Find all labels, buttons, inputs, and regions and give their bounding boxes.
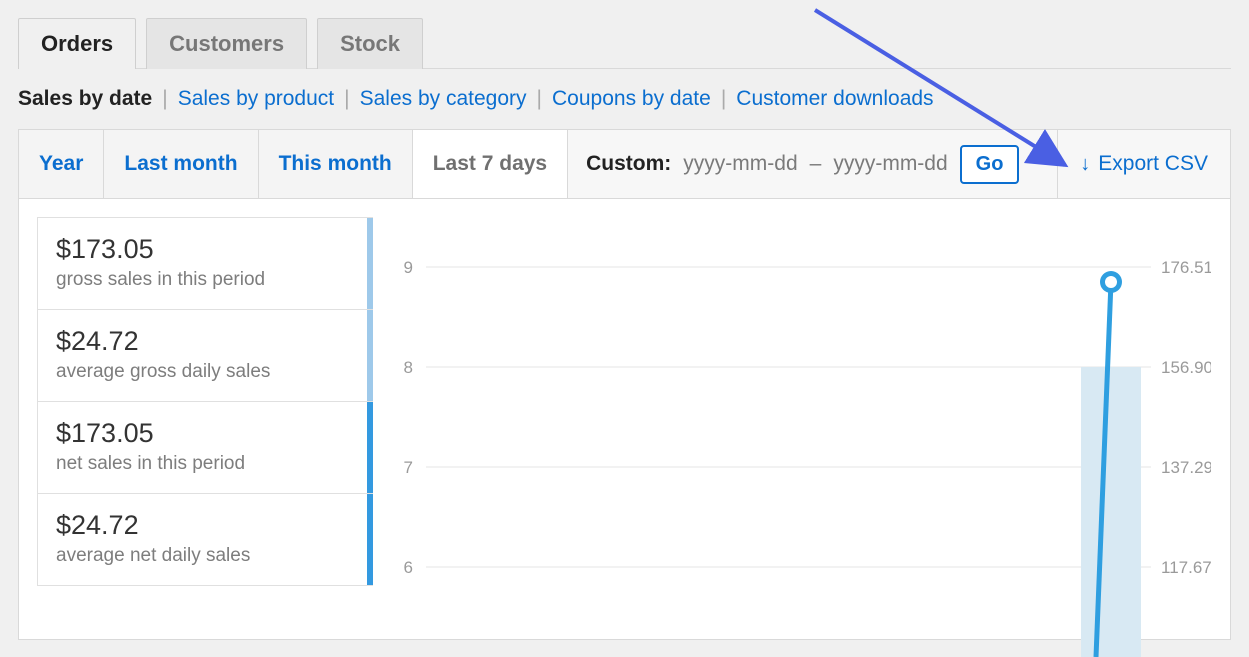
divider: | <box>721 87 726 111</box>
tab-customers[interactable]: Customers <box>146 18 307 69</box>
tab-orders[interactable]: Orders <box>18 18 136 69</box>
stat-net-sales[interactable]: $173.05 net sales in this period <box>37 401 373 494</box>
stat-label: average gross daily sales <box>56 361 354 383</box>
sales-chart: 9 176.51 8 156.90 7 137.29 6 117.67 <box>391 217 1212 639</box>
subnav-customer-downloads[interactable]: Customer downloads <box>736 87 933 111</box>
download-icon: ↓ <box>1080 153 1090 176</box>
export-csv-label: Export CSV <box>1098 152 1208 176</box>
stat-cards: $173.05 gross sales in this period $24.7… <box>37 217 373 639</box>
svg-text:176.51: 176.51 <box>1161 258 1211 277</box>
svg-text:137.29: 137.29 <box>1161 458 1211 477</box>
stat-label: gross sales in this period <box>56 269 354 291</box>
subnav-sales-by-category[interactable]: Sales by category <box>360 87 527 111</box>
range-this-month[interactable]: This month <box>259 130 413 198</box>
divider: | <box>162 87 167 111</box>
subnav-coupons-by-date[interactable]: Coupons by date <box>552 87 711 111</box>
stat-avg-net-daily[interactable]: $24.72 average net daily sales <box>37 493 373 586</box>
range-custom: Custom: yyyy-mm-dd – yyyy-mm-dd Go <box>568 130 1058 198</box>
svg-text:9: 9 <box>404 258 413 277</box>
range-last-month[interactable]: Last month <box>104 130 258 198</box>
sales-chart-svg: 9 176.51 8 156.90 7 137.29 6 117.67 <box>391 217 1211 657</box>
stat-stripe <box>367 218 373 309</box>
stat-stripe <box>367 494 373 585</box>
tab-stock[interactable]: Stock <box>317 18 423 69</box>
stat-value: $173.05 <box>56 418 354 449</box>
export-csv-link[interactable]: ↓ Export CSV <box>1058 130 1230 198</box>
custom-to-input[interactable]: yyyy-mm-dd <box>833 152 947 176</box>
stat-value: $24.72 <box>56 510 354 541</box>
stat-label: net sales in this period <box>56 453 354 475</box>
svg-text:8: 8 <box>404 358 413 377</box>
custom-go-button[interactable]: Go <box>960 145 1020 184</box>
svg-text:7: 7 <box>404 458 413 477</box>
svg-text:156.90: 156.90 <box>1161 358 1211 377</box>
stat-label: average net daily sales <box>56 545 354 567</box>
subnav-current: Sales by date <box>18 87 152 111</box>
subnav-sales-by-product[interactable]: Sales by product <box>178 87 334 111</box>
stat-value: $24.72 <box>56 326 354 357</box>
range-last-7-days[interactable]: Last 7 days <box>413 130 568 198</box>
report-tabs: Orders Customers Stock <box>18 18 1231 69</box>
svg-text:117.67: 117.67 <box>1161 558 1211 577</box>
stat-gross-sales[interactable]: $173.05 gross sales in this period <box>37 217 373 310</box>
stat-stripe <box>367 402 373 493</box>
report-panel: Year Last month This month Last 7 days C… <box>18 129 1231 640</box>
date-range-bar: Year Last month This month Last 7 days C… <box>19 130 1230 199</box>
svg-text:6: 6 <box>404 558 413 577</box>
custom-label: Custom: <box>586 152 671 176</box>
custom-dash: – <box>810 152 822 176</box>
custom-from-input[interactable]: yyyy-mm-dd <box>683 152 797 176</box>
stat-value: $173.05 <box>56 234 354 265</box>
stat-stripe <box>367 310 373 401</box>
report-subnav: Sales by date | Sales by product | Sales… <box>18 69 1231 129</box>
range-year[interactable]: Year <box>19 130 104 198</box>
divider: | <box>344 87 349 111</box>
divider: | <box>537 87 542 111</box>
report-content: $173.05 gross sales in this period $24.7… <box>19 199 1230 639</box>
stat-avg-gross-daily[interactable]: $24.72 average gross daily sales <box>37 309 373 402</box>
